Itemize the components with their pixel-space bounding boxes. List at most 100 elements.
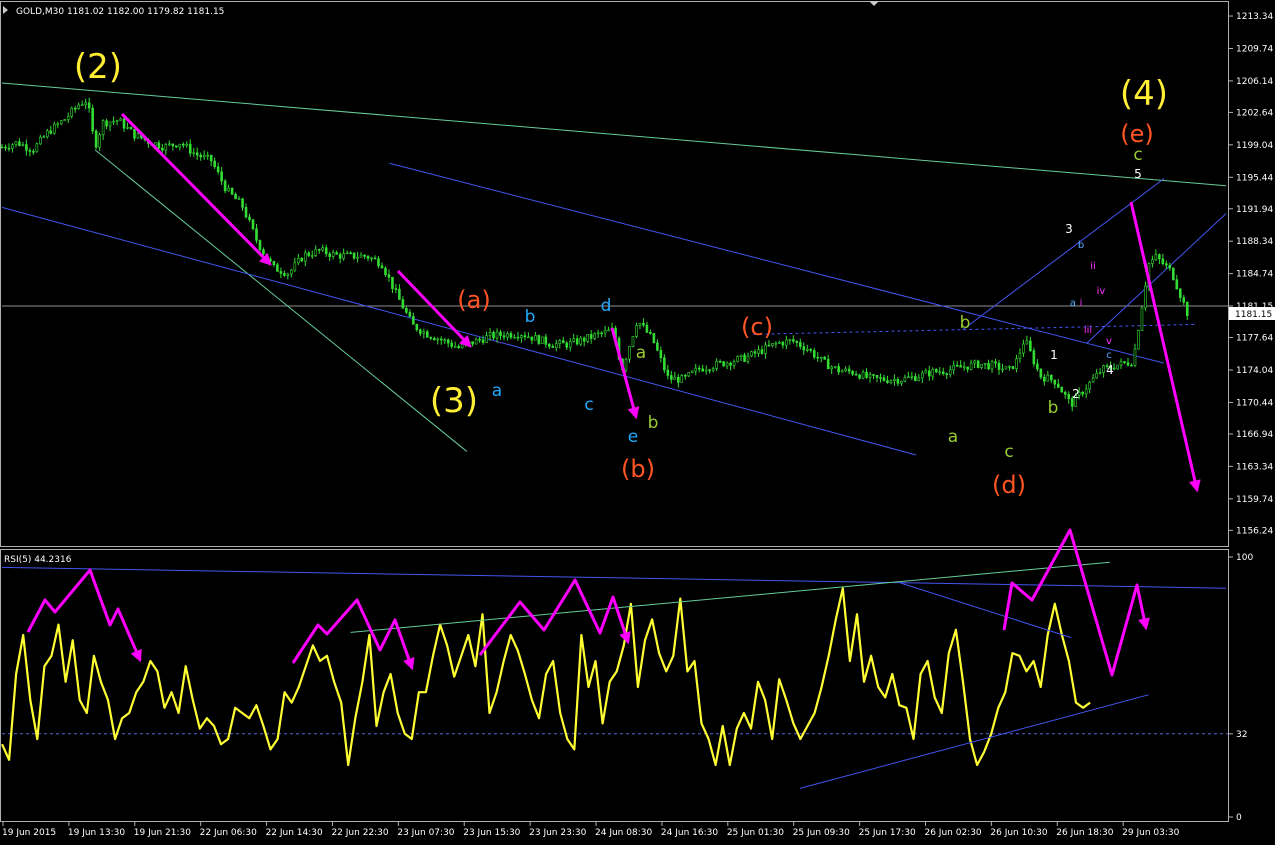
candle-body: [1137, 330, 1140, 350]
wave-label: a: [1070, 298, 1076, 309]
candle-body: [1158, 254, 1161, 260]
candle-body: [847, 368, 851, 372]
wave-label: v: [1106, 336, 1112, 347]
candle-body: [725, 362, 729, 367]
candle-body: [324, 247, 328, 255]
candle-body: [1043, 376, 1046, 382]
candle-body: [805, 349, 809, 351]
candle-body: [983, 362, 987, 365]
candle-body: [704, 369, 708, 372]
candle-body: [1008, 366, 1011, 368]
candle-body: [795, 340, 799, 343]
candle-body: [781, 342, 785, 346]
chart-svg[interactable]: GOLD,M30 1181.02 1182.00 1179.82 1181.15…: [0, 0, 1275, 845]
wave-label: c: [1106, 350, 1112, 361]
candle-body: [917, 377, 921, 381]
candle-body: [227, 187, 230, 192]
candle-body: [387, 274, 391, 278]
candle-body: [373, 257, 377, 260]
candle-body: [830, 366, 833, 370]
candle-body: [331, 252, 335, 257]
candle-body: [272, 261, 276, 266]
candle-body: [697, 367, 701, 370]
candle-body: [1172, 267, 1175, 280]
candle-body: [366, 255, 370, 259]
candle-body: [1133, 348, 1137, 366]
rsi-title: RSI(5) 44.2316: [4, 555, 72, 565]
candle-body: [1050, 374, 1053, 381]
candle-body: [921, 372, 924, 379]
candle-body: [694, 367, 698, 372]
candle-body: [812, 350, 816, 358]
time-tick-label: 25 Jun 17:30: [859, 828, 916, 838]
candle-body: [122, 118, 126, 129]
price-tick-label: 1199.04: [1236, 141, 1273, 151]
candle-body: [460, 344, 464, 349]
candle-body: [276, 264, 279, 272]
candle-body: [858, 374, 861, 379]
candle-body: [861, 371, 865, 379]
candle-body: [642, 323, 645, 326]
candle-body: [1151, 259, 1154, 264]
candle-body: [729, 362, 732, 366]
candle-body: [11, 144, 14, 149]
candle-body: [941, 371, 945, 375]
candle-body: [596, 332, 600, 335]
candle-body: [851, 370, 854, 375]
candle-body: [1036, 363, 1039, 370]
candle-body: [279, 271, 283, 274]
candle-body: [391, 276, 394, 289]
candle-body: [914, 376, 917, 381]
candle-body: [192, 152, 196, 155]
candle-body: [432, 338, 436, 341]
candle-body: [32, 151, 35, 153]
candle-body: [28, 149, 32, 152]
candle-body: [1119, 361, 1123, 366]
wave-label: b: [1078, 240, 1084, 251]
candle-body: [792, 339, 795, 342]
wave-label: c: [584, 395, 593, 415]
candle-body: [757, 349, 760, 354]
candle-body: [1123, 361, 1126, 363]
wave-label: 2: [1072, 387, 1080, 401]
candle-body: [286, 273, 290, 276]
candle-body: [1015, 358, 1018, 369]
candle-body: [816, 356, 820, 359]
candle-body: [1165, 263, 1168, 266]
candle-body: [290, 269, 293, 275]
price-tick-label: 1184.74: [1236, 270, 1273, 280]
candle-body: [77, 104, 80, 109]
candle-body: [488, 332, 492, 337]
candle-body: [1102, 365, 1105, 373]
candle-body: [126, 127, 129, 129]
candle-body: [241, 198, 244, 208]
candle-body: [893, 378, 896, 381]
candle-body: [1182, 297, 1186, 303]
candle-body: [938, 371, 942, 374]
candle-body: [799, 342, 802, 347]
candle-body: [380, 265, 384, 269]
candle-body: [436, 338, 440, 341]
candle-body: [558, 340, 562, 345]
candle-body: [474, 338, 478, 345]
candle-body: [561, 340, 565, 344]
candle-body: [453, 346, 457, 348]
candle-body: [670, 375, 673, 380]
candle-body: [778, 342, 781, 344]
candle-body: [293, 262, 297, 271]
candle-body: [105, 120, 108, 127]
price-tick-label: 1166.94: [1236, 430, 1273, 440]
candle-body: [426, 331, 429, 338]
candle-body: [750, 351, 753, 357]
time-tick-label: 22 Jun 14:30: [266, 828, 323, 838]
candle-body: [328, 253, 331, 257]
candle-body: [994, 361, 997, 364]
wave-label: (4): [1120, 74, 1168, 114]
candle-body: [35, 143, 39, 153]
candle-body: [948, 369, 952, 375]
candle-body: [359, 254, 363, 258]
time-tick-label: 19 Jun 13:30: [68, 828, 125, 838]
candle-body: [788, 339, 792, 341]
candle-body: [589, 334, 593, 339]
candle-body: [516, 336, 520, 339]
